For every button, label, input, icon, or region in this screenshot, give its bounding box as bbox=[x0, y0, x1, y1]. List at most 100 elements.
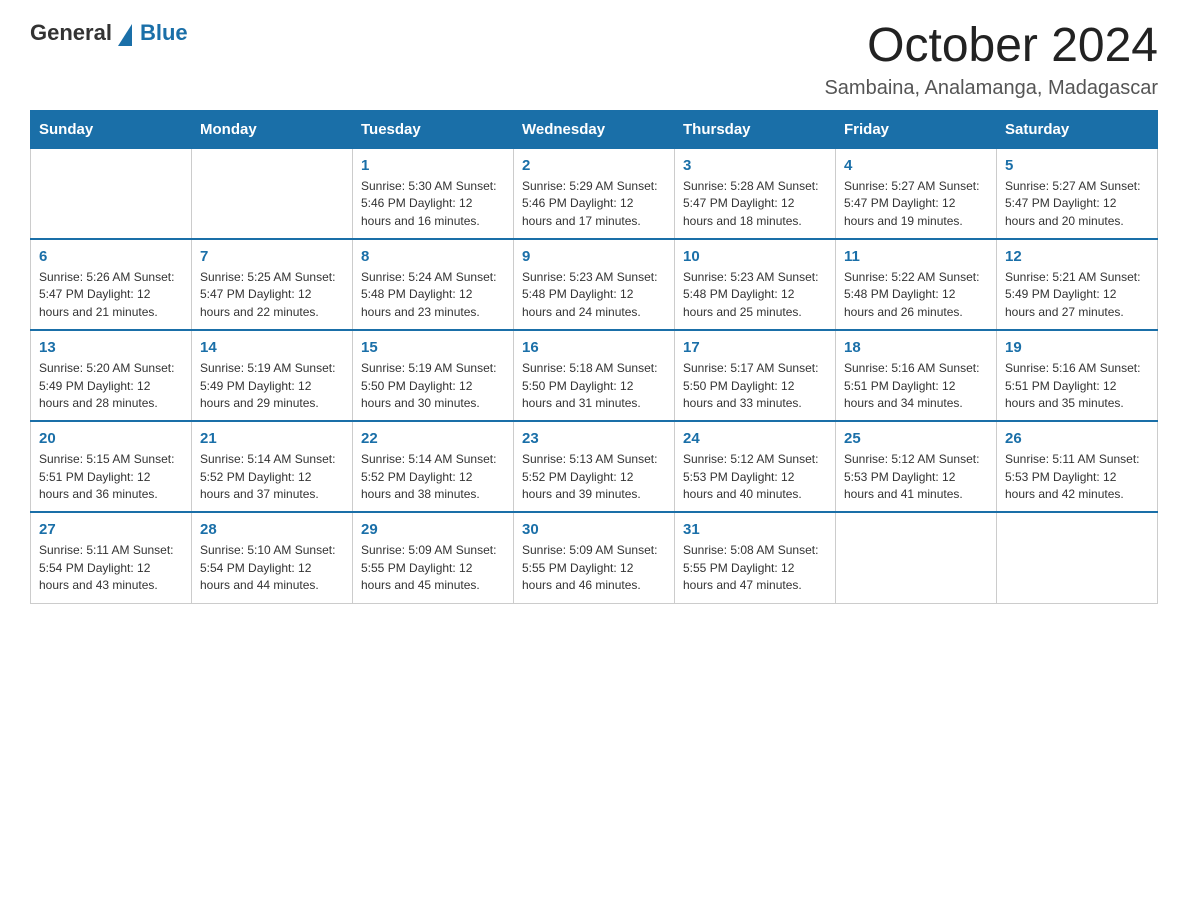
day-number: 19 bbox=[1005, 339, 1149, 356]
day-number: 20 bbox=[39, 430, 183, 447]
day-info: Sunrise: 5:08 AM Sunset: 5:55 PM Dayligh… bbox=[683, 542, 827, 594]
day-number: 8 bbox=[361, 248, 505, 265]
day-info: Sunrise: 5:09 AM Sunset: 5:55 PM Dayligh… bbox=[361, 542, 505, 594]
calendar-header-row: SundayMondayTuesdayWednesdayThursdayFrid… bbox=[31, 110, 1158, 148]
calendar-cell: 17Sunrise: 5:17 AM Sunset: 5:50 PM Dayli… bbox=[675, 330, 836, 421]
calendar-cell: 16 Sunrise: 5:18 AM Sunset: 5:50 PM Dayli… bbox=[514, 330, 675, 421]
calendar-cell: 14 Sunrise: 5:19 AM Sunset: 5:49 PM Dayli… bbox=[192, 330, 353, 421]
day-info: Sunrise: 5:15 AM Sunset: 5:51 PM Dayligh… bbox=[39, 451, 183, 503]
day-info: Sunrise: 5:16 AM Sunset: 5:51 PM Dayligh… bbox=[844, 360, 988, 412]
day-number: 6 bbox=[39, 248, 183, 265]
day-info: Sunrise: 5:13 AM Sunset: 5:52 PM Dayligh… bbox=[522, 451, 666, 503]
day-number: 11 bbox=[844, 248, 988, 265]
day-number: 10 bbox=[683, 248, 827, 265]
day-number: 1 bbox=[361, 157, 505, 174]
location: Sambaina, Analamanga, Madagascar bbox=[824, 77, 1158, 100]
day-number: 22 bbox=[361, 430, 505, 447]
day-number: 23 bbox=[522, 430, 666, 447]
day-info: Sunrise: 5:19 AM Sunset: 5:49 PM Dayligh… bbox=[200, 360, 344, 412]
day-number: 24 bbox=[683, 430, 827, 447]
day-info: Sunrise: 5:22 AM Sunset: 5:48 PM Dayligh… bbox=[844, 269, 988, 321]
calendar-cell: 12Sunrise: 5:21 AM Sunset: 5:49 PM Dayli… bbox=[997, 239, 1158, 330]
day-of-week-header: Monday bbox=[192, 110, 353, 148]
calendar-cell: 8 Sunrise: 5:24 AM Sunset: 5:48 PM Daylig… bbox=[353, 239, 514, 330]
day-info: Sunrise: 5:21 AM Sunset: 5:49 PM Dayligh… bbox=[1005, 269, 1149, 321]
calendar-cell: 25 Sunrise: 5:12 AM Sunset: 5:53 PM Dayli… bbox=[836, 421, 997, 512]
day-info: Sunrise: 5:23 AM Sunset: 5:48 PM Dayligh… bbox=[522, 269, 666, 321]
calendar-cell: 7 Sunrise: 5:25 AM Sunset: 5:47 PM Daylig… bbox=[192, 239, 353, 330]
month-title: October 2024 bbox=[824, 20, 1158, 73]
calendar-cell: 13 Sunrise: 5:20 AM Sunset: 5:49 PM Dayli… bbox=[31, 330, 192, 421]
calendar-table: SundayMondayTuesdayWednesdayThursdayFrid… bbox=[30, 110, 1158, 604]
calendar-week-row: 27Sunrise: 5:11 AM Sunset: 5:54 PM Dayli… bbox=[31, 512, 1158, 603]
calendar-cell: 4 Sunrise: 5:27 AM Sunset: 5:47 PM Daylig… bbox=[836, 148, 997, 239]
day-info: Sunrise: 5:20 AM Sunset: 5:49 PM Dayligh… bbox=[39, 360, 183, 412]
day-info: Sunrise: 5:30 AM Sunset: 5:46 PM Dayligh… bbox=[361, 178, 505, 230]
calendar-week-row: 13 Sunrise: 5:20 AM Sunset: 5:49 PM Dayli… bbox=[31, 330, 1158, 421]
calendar-cell: 31 Sunrise: 5:08 AM Sunset: 5:55 PM Dayli… bbox=[675, 512, 836, 603]
calendar-cell: 15 Sunrise: 5:19 AM Sunset: 5:50 PM Dayli… bbox=[353, 330, 514, 421]
day-number: 16 bbox=[522, 339, 666, 356]
day-number: 25 bbox=[844, 430, 988, 447]
day-info: Sunrise: 5:28 AM Sunset: 5:47 PM Dayligh… bbox=[683, 178, 827, 230]
day-info: Sunrise: 5:12 AM Sunset: 5:53 PM Dayligh… bbox=[844, 451, 988, 503]
day-number: 5 bbox=[1005, 157, 1149, 174]
day-number: 13 bbox=[39, 339, 183, 356]
calendar-cell: 18 Sunrise: 5:16 AM Sunset: 5:51 PM Dayli… bbox=[836, 330, 997, 421]
calendar-cell: 27Sunrise: 5:11 AM Sunset: 5:54 PM Dayli… bbox=[31, 512, 192, 603]
day-info: Sunrise: 5:19 AM Sunset: 5:50 PM Dayligh… bbox=[361, 360, 505, 412]
calendar-cell: 9Sunrise: 5:23 AM Sunset: 5:48 PM Daylig… bbox=[514, 239, 675, 330]
day-number: 26 bbox=[1005, 430, 1149, 447]
day-info: Sunrise: 5:14 AM Sunset: 5:52 PM Dayligh… bbox=[361, 451, 505, 503]
calendar-cell: 11 Sunrise: 5:22 AM Sunset: 5:48 PM Dayli… bbox=[836, 239, 997, 330]
calendar-cell: 24 Sunrise: 5:12 AM Sunset: 5:53 PM Dayli… bbox=[675, 421, 836, 512]
day-info: Sunrise: 5:18 AM Sunset: 5:50 PM Dayligh… bbox=[522, 360, 666, 412]
calendar-cell bbox=[997, 512, 1158, 603]
day-info: Sunrise: 5:09 AM Sunset: 5:55 PM Dayligh… bbox=[522, 542, 666, 594]
day-info: Sunrise: 5:12 AM Sunset: 5:53 PM Dayligh… bbox=[683, 451, 827, 503]
calendar-cell: 1 Sunrise: 5:30 AM Sunset: 5:46 PM Daylig… bbox=[353, 148, 514, 239]
calendar-cell: 30 Sunrise: 5:09 AM Sunset: 5:55 PM Dayli… bbox=[514, 512, 675, 603]
day-info: Sunrise: 5:14 AM Sunset: 5:52 PM Dayligh… bbox=[200, 451, 344, 503]
calendar-cell: 22 Sunrise: 5:14 AM Sunset: 5:52 PM Dayli… bbox=[353, 421, 514, 512]
calendar-cell: 2 Sunrise: 5:29 AM Sunset: 5:46 PM Daylig… bbox=[514, 148, 675, 239]
day-number: 28 bbox=[200, 521, 344, 538]
day-number: 14 bbox=[200, 339, 344, 356]
day-info: Sunrise: 5:29 AM Sunset: 5:46 PM Dayligh… bbox=[522, 178, 666, 230]
title-section: October 2024 Sambaina, Analamanga, Madag… bbox=[824, 20, 1158, 100]
day-number: 3 bbox=[683, 157, 827, 174]
day-number: 21 bbox=[200, 430, 344, 447]
calendar-cell: 28 Sunrise: 5:10 AM Sunset: 5:54 PM Dayli… bbox=[192, 512, 353, 603]
day-of-week-header: Wednesday bbox=[514, 110, 675, 148]
calendar-cell bbox=[836, 512, 997, 603]
day-info: Sunrise: 5:16 AM Sunset: 5:51 PM Dayligh… bbox=[1005, 360, 1149, 412]
calendar-cell: 20 Sunrise: 5:15 AM Sunset: 5:51 PM Dayli… bbox=[31, 421, 192, 512]
calendar-cell bbox=[31, 148, 192, 239]
day-number: 15 bbox=[361, 339, 505, 356]
day-number: 2 bbox=[522, 157, 666, 174]
day-number: 18 bbox=[844, 339, 988, 356]
day-info: Sunrise: 5:10 AM Sunset: 5:54 PM Dayligh… bbox=[200, 542, 344, 594]
day-number: 7 bbox=[200, 248, 344, 265]
calendar-cell: 3 Sunrise: 5:28 AM Sunset: 5:47 PM Daylig… bbox=[675, 148, 836, 239]
calendar-cell: 5Sunrise: 5:27 AM Sunset: 5:47 PM Daylig… bbox=[997, 148, 1158, 239]
calendar-cell: 6Sunrise: 5:26 AM Sunset: 5:47 PM Daylig… bbox=[31, 239, 192, 330]
day-number: 4 bbox=[844, 157, 988, 174]
day-info: Sunrise: 5:11 AM Sunset: 5:54 PM Dayligh… bbox=[39, 542, 183, 594]
day-info: Sunrise: 5:17 AM Sunset: 5:50 PM Dayligh… bbox=[683, 360, 827, 412]
logo-triangle-icon bbox=[118, 24, 132, 46]
day-of-week-header: Tuesday bbox=[353, 110, 514, 148]
day-info: Sunrise: 5:24 AM Sunset: 5:48 PM Dayligh… bbox=[361, 269, 505, 321]
day-info: Sunrise: 5:25 AM Sunset: 5:47 PM Dayligh… bbox=[200, 269, 344, 321]
calendar-cell: 21 Sunrise: 5:14 AM Sunset: 5:52 PM Dayli… bbox=[192, 421, 353, 512]
calendar-cell bbox=[192, 148, 353, 239]
calendar-week-row: 6Sunrise: 5:26 AM Sunset: 5:47 PM Daylig… bbox=[31, 239, 1158, 330]
day-number: 31 bbox=[683, 521, 827, 538]
calendar-cell: 26Sunrise: 5:11 AM Sunset: 5:53 PM Dayli… bbox=[997, 421, 1158, 512]
calendar-week-row: 1 Sunrise: 5:30 AM Sunset: 5:46 PM Daylig… bbox=[31, 148, 1158, 239]
day-info: Sunrise: 5:27 AM Sunset: 5:47 PM Dayligh… bbox=[844, 178, 988, 230]
day-of-week-header: Saturday bbox=[997, 110, 1158, 148]
day-of-week-header: Sunday bbox=[31, 110, 192, 148]
logo-general: General bbox=[30, 20, 112, 46]
day-number: 30 bbox=[522, 521, 666, 538]
